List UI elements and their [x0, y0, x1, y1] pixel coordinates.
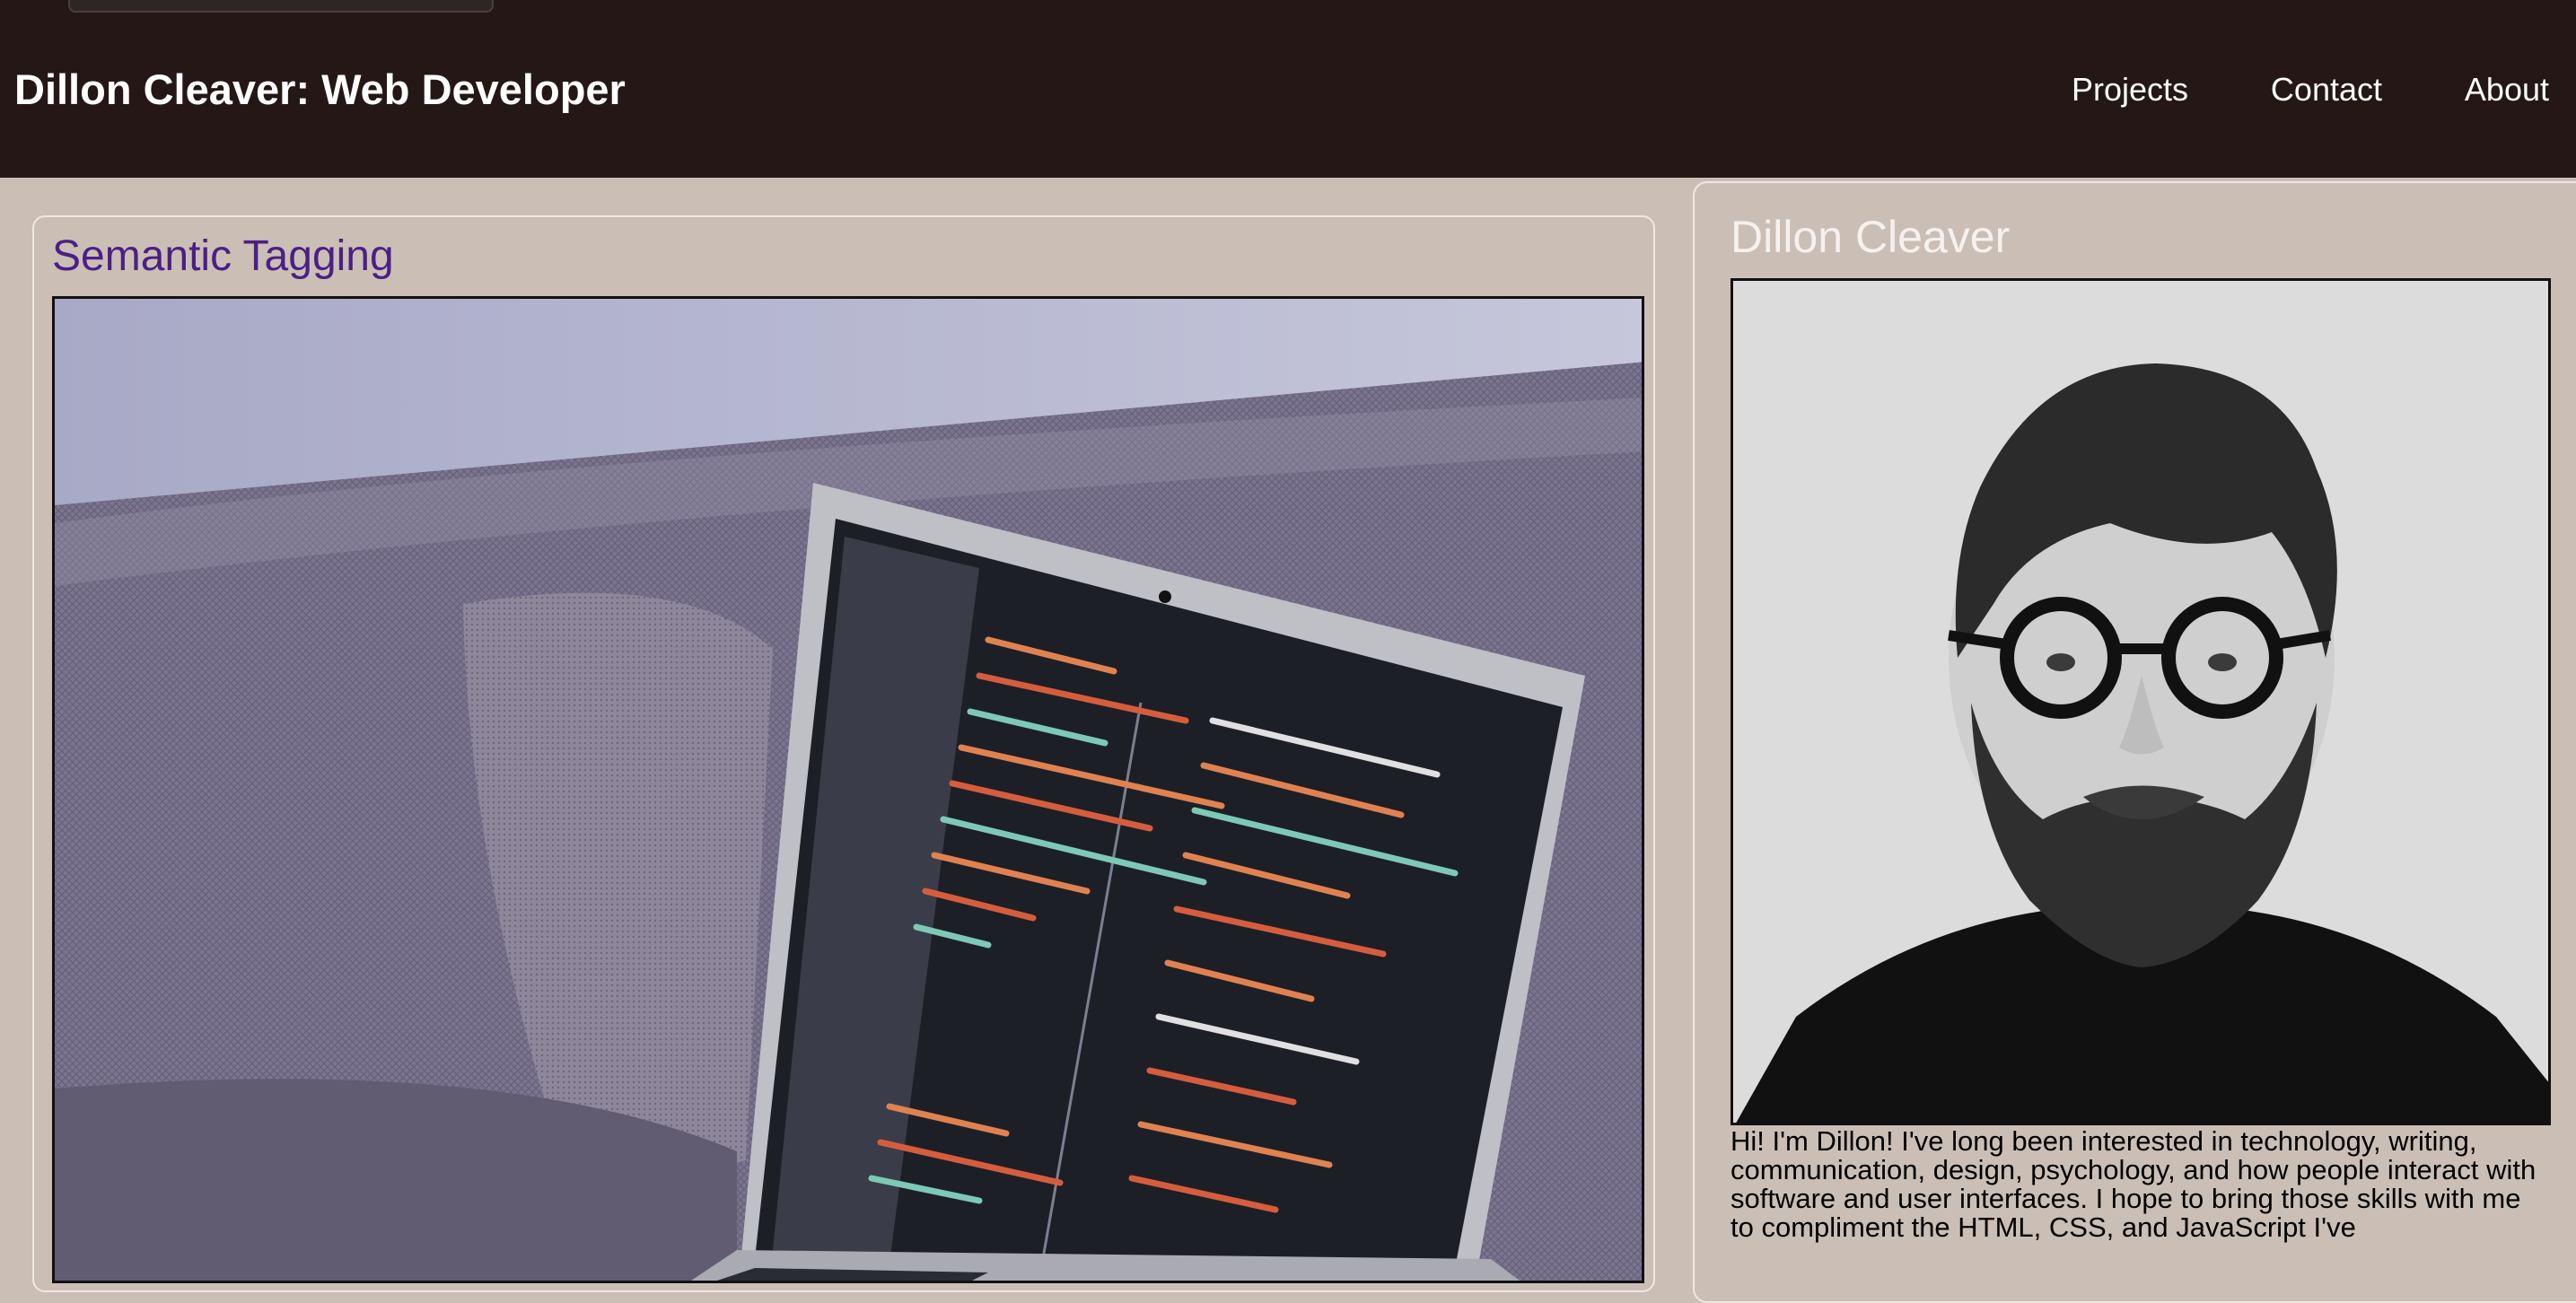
laptop-code-photo [52, 296, 1644, 1283]
top-tab [68, 0, 494, 13]
nav-link-projects[interactable]: Projects [2072, 68, 2188, 111]
portrait-photo [1730, 278, 2551, 1125]
nav-link-about[interactable]: About [2465, 68, 2549, 111]
site-title: Dillon Cleaver: Web Developer [14, 66, 626, 113]
laptop-code-icon [55, 299, 1642, 1281]
bio-text: Hi! I'm Dillon! I've long been intereste… [1730, 1125, 2537, 1243]
portrait-icon [1733, 281, 2548, 1123]
nav-link-contact[interactable]: Contact [2271, 68, 2382, 111]
article-title: Semantic Tagging [52, 232, 394, 280]
site-header: Dillon Cleaver: Web Developer Projects C… [0, 0, 2576, 178]
aside-title: Dillon Cleaver [1730, 212, 2011, 262]
